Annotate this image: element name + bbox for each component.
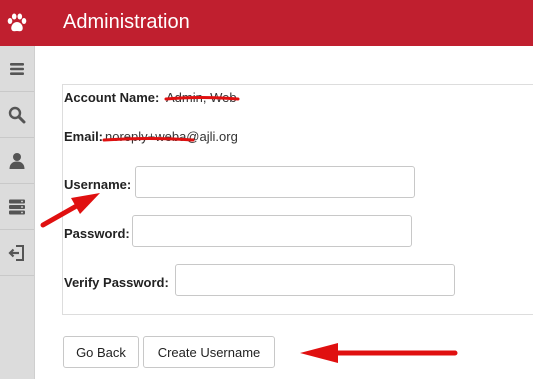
sidebar-item-search[interactable] xyxy=(0,92,34,138)
sign-out-icon xyxy=(8,244,24,261)
verify-password-label: Verify Password: xyxy=(64,275,169,290)
search-icon xyxy=(8,106,26,123)
menu-icon xyxy=(10,62,24,75)
sidebar-item-user[interactable] xyxy=(0,138,34,184)
password-input[interactable] xyxy=(132,215,412,247)
sidebar-item-menu[interactable] xyxy=(0,46,34,92)
email-label: Email: xyxy=(64,129,104,144)
user-icon xyxy=(9,152,25,169)
page-title: Administration xyxy=(63,11,190,33)
sidebar-item-database[interactable] xyxy=(0,184,34,230)
database-icon xyxy=(9,199,25,214)
sidebar xyxy=(0,46,35,379)
account-name-label: Account Name: xyxy=(64,90,160,105)
password-label: Password: xyxy=(64,226,130,241)
go-back-button[interactable]: Go Back xyxy=(63,336,139,368)
arrow-pointing-create-button xyxy=(300,343,458,363)
verify-password-input[interactable] xyxy=(175,264,455,296)
create-username-button[interactable]: Create Username xyxy=(143,336,275,368)
email-value: noreply+weba@ajli.org xyxy=(105,129,238,144)
username-label: Username: xyxy=(64,177,132,192)
top-bar: Administration xyxy=(0,0,533,46)
account-name-value: Admin, Web xyxy=(166,90,237,105)
paw-icon[interactable] xyxy=(0,0,34,46)
username-input[interactable] xyxy=(135,166,415,198)
sidebar-item-sign-out[interactable] xyxy=(0,230,34,276)
